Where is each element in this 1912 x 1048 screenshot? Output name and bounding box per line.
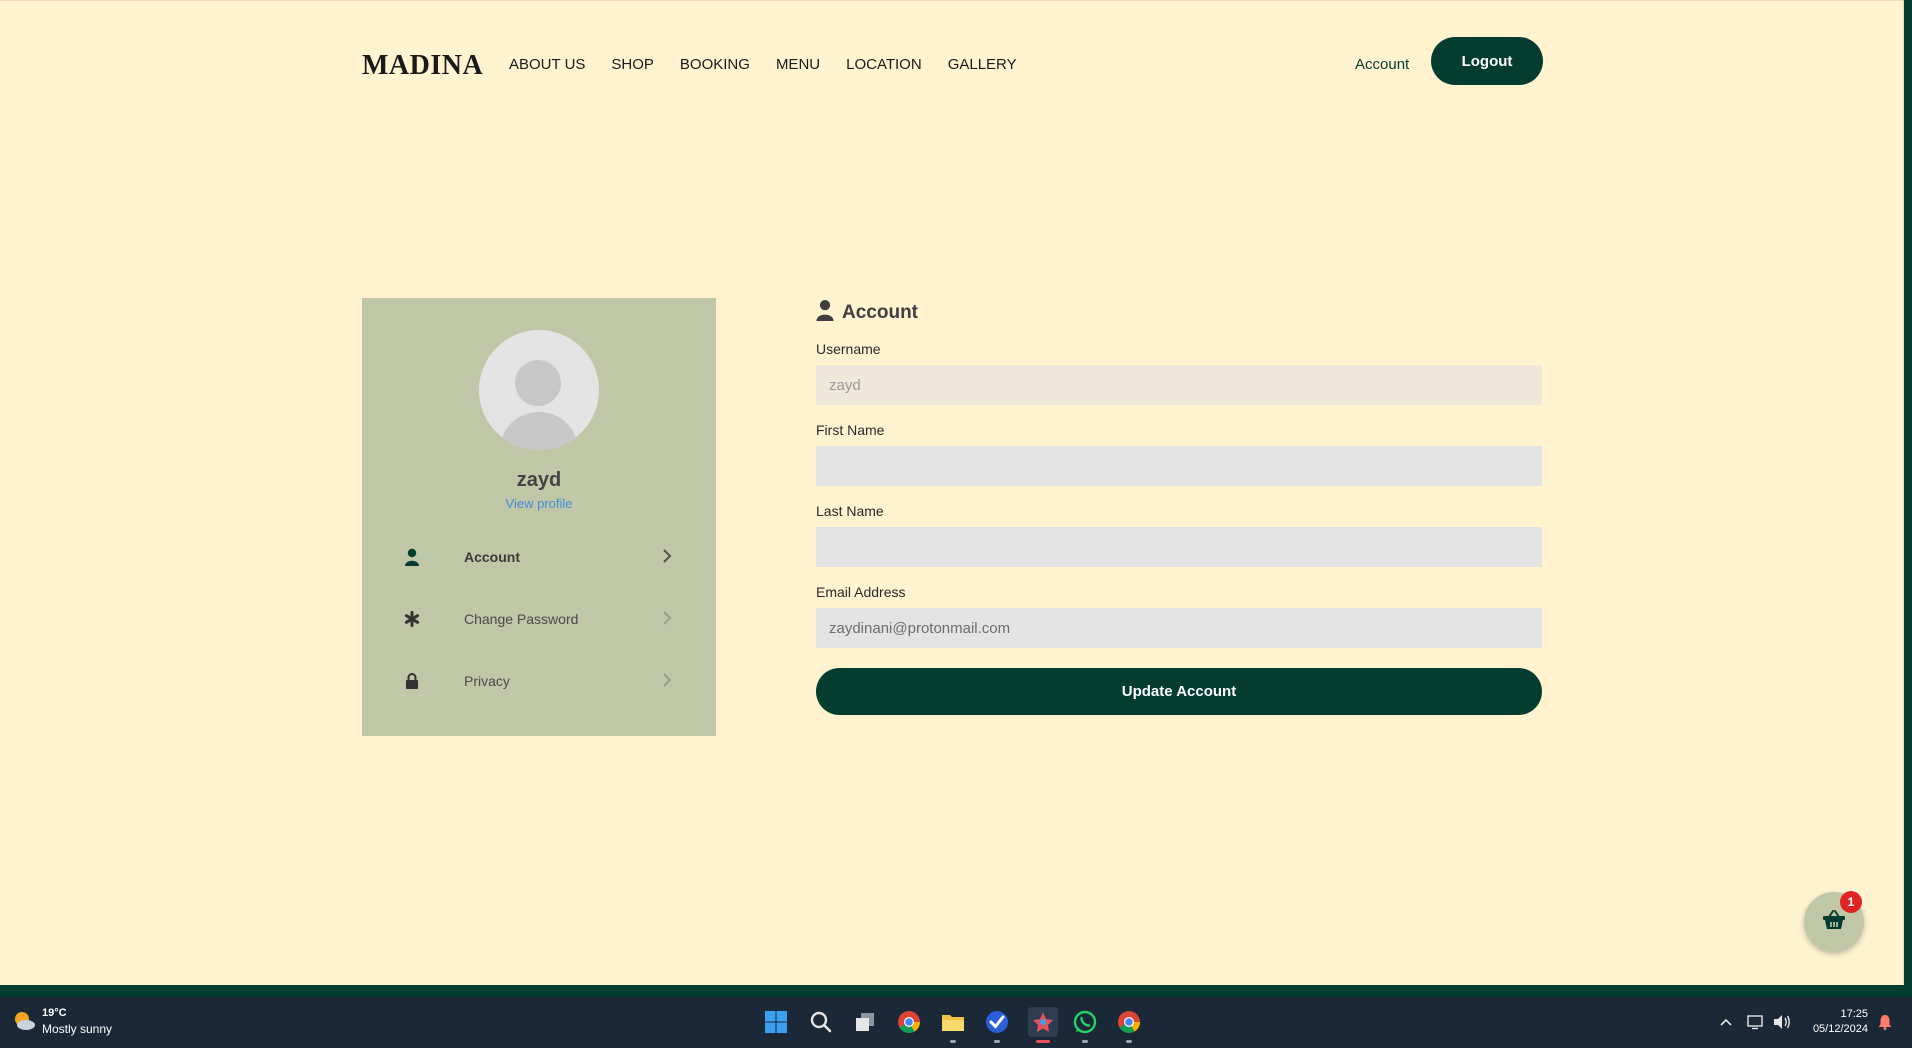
nav-link-booking[interactable]: BOOKING <box>680 56 750 73</box>
window-edge <box>1904 0 1912 985</box>
sun-cloud-icon <box>12 1009 36 1038</box>
task-view-icon[interactable] <box>852 1009 878 1035</box>
sidebar-item-account[interactable]: Account <box>402 538 682 578</box>
page-background <box>0 0 1904 985</box>
chevron-right-icon <box>662 610 672 631</box>
file-explorer-icon[interactable] <box>940 1009 966 1035</box>
first-name-field[interactable] <box>816 446 1542 486</box>
sidebar-item-label: Account <box>464 549 520 565</box>
site-logo[interactable]: MADINA <box>362 50 483 82</box>
avatar-head-shape <box>515 360 561 406</box>
form-heading: Account <box>816 298 918 328</box>
profile-card: zayd View profile Account Change Passwor… <box>362 298 716 736</box>
profile-username: zayd <box>516 469 562 491</box>
last-name-field[interactable] <box>816 527 1542 567</box>
chevron-right-icon <box>662 548 672 569</box>
app-icon[interactable] <box>1028 1007 1058 1037</box>
nav-link-menu[interactable]: MENU <box>776 56 820 73</box>
first-name-label: First Name <box>816 422 885 438</box>
active-indicator <box>1036 1040 1050 1043</box>
chrome-icon[interactable] <box>896 1009 922 1035</box>
form-title: Account <box>842 302 918 323</box>
sidebar-item-label: Change Password <box>464 611 579 627</box>
basket-icon <box>1822 909 1846 936</box>
nav-link-shop[interactable]: SHOP <box>611 56 654 73</box>
logout-button[interactable]: Logout <box>1431 37 1543 85</box>
navbar: MADINA ABOUT US SHOP BOOKING MENU LOCATI… <box>362 36 1543 96</box>
last-name-label: Last Name <box>816 503 884 519</box>
weather-temperature: 19°C <box>42 1007 67 1019</box>
user-icon <box>402 546 422 568</box>
weather-description: Mostly sunny <box>42 1022 113 1036</box>
chrome-alt-icon[interactable] <box>1116 1009 1142 1035</box>
windows-start-icon[interactable] <box>763 1009 789 1035</box>
email-label: Email Address <box>816 584 906 600</box>
clock-date: 05/12/2024 <box>1812 1023 1868 1035</box>
network-icon[interactable] <box>1743 1009 1769 1035</box>
running-indicator <box>994 1040 1000 1043</box>
search-icon[interactable] <box>808 1009 834 1035</box>
running-indicator <box>950 1040 956 1043</box>
email-field[interactable] <box>816 608 1542 648</box>
nav-links: ABOUT US SHOP BOOKING MENU LOCATION GALL… <box>509 56 1017 73</box>
window-bottom-edge <box>0 985 1912 997</box>
view-profile-link[interactable]: View profile <box>362 496 716 511</box>
avatar <box>479 330 599 450</box>
username-field[interactable] <box>816 365 1542 405</box>
nav-account-link[interactable]: Account <box>1355 56 1409 73</box>
user-icon <box>816 299 834 327</box>
os-taskbar: 19°C Mostly sunny 17:25 05/12/2024 <box>0 997 1912 1048</box>
update-account-button[interactable]: Update Account <box>816 668 1542 715</box>
clock-time: 17:25 <box>1840 1008 1868 1020</box>
lock-icon <box>402 670 422 692</box>
running-indicator <box>1126 1040 1132 1043</box>
cart-count-badge: 1 <box>1840 891 1862 913</box>
nav-link-about-us[interactable]: ABOUT US <box>509 56 585 73</box>
running-indicator <box>1082 1040 1088 1043</box>
asterisk-icon <box>402 608 422 630</box>
chevron-right-icon <box>662 672 672 693</box>
sidebar-item-change-password[interactable]: Change Password <box>402 600 682 640</box>
whatsapp-icon[interactable] <box>1072 1009 1098 1035</box>
avatar-torso-shape <box>501 412 577 450</box>
username-label: Username <box>816 341 881 357</box>
sidebar-item-label: Privacy <box>464 673 510 689</box>
notification-bell-icon[interactable] <box>1872 1009 1898 1035</box>
chevron-up-icon[interactable] <box>1713 1009 1739 1035</box>
todo-icon[interactable] <box>984 1009 1010 1035</box>
nav-link-location[interactable]: LOCATION <box>846 56 922 73</box>
system-clock[interactable]: 17:25 05/12/2024 <box>1790 1007 1868 1037</box>
sidebar-item-privacy[interactable]: Privacy <box>402 662 682 702</box>
nav-link-gallery[interactable]: GALLERY <box>948 56 1017 73</box>
